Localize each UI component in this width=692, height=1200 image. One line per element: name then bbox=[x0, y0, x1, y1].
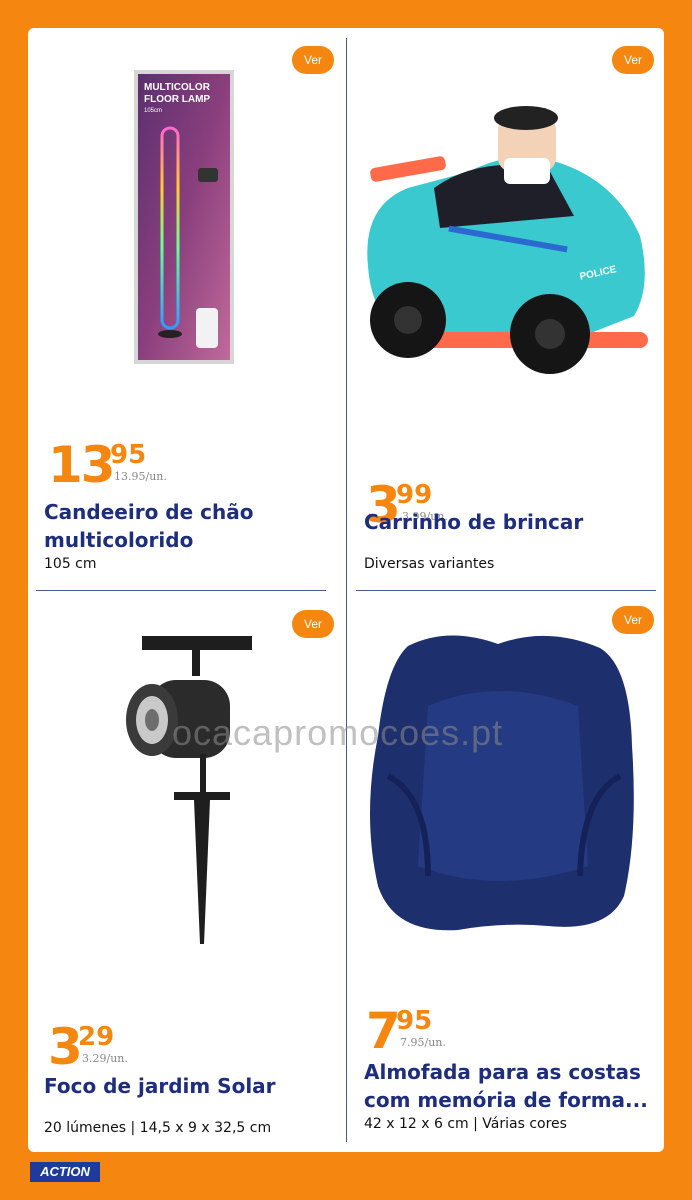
title-line-1: Almofada para as costas bbox=[364, 1060, 641, 1084]
title-line-1: Candeeiro de chão bbox=[44, 500, 254, 524]
title-line-1: Carrinho de brincar bbox=[364, 510, 584, 534]
price: 3 29 3.29/un. bbox=[48, 1022, 128, 1072]
title-line-2: multicolorido bbox=[44, 528, 194, 552]
unit-price: 7.95/un. bbox=[400, 1036, 446, 1049]
product-title: Almofada para as costas com memória de f… bbox=[364, 1058, 648, 1114]
catalog-panel: Ver MULTICOLOR FLOOR LAMP 105cm 13 95 13… bbox=[28, 28, 664, 1152]
ver-button[interactable]: Ver bbox=[292, 46, 334, 74]
product-subtitle: 105 cm bbox=[44, 556, 97, 572]
horizontal-divider-right bbox=[356, 590, 656, 591]
price-decimal: 29 bbox=[78, 1022, 115, 1052]
price-decimal: 99 bbox=[396, 480, 433, 510]
box-label-2: FLOOR LAMP bbox=[144, 94, 210, 105]
price: 13 95 13.95/un. bbox=[48, 440, 167, 490]
ver-button[interactable]: Ver bbox=[292, 610, 334, 638]
price-integer: 13 bbox=[48, 436, 116, 494]
toy-car-image: POLICE bbox=[367, 106, 648, 374]
action-logo[interactable]: ACTION bbox=[30, 1162, 100, 1182]
unit-price: 3.29/un. bbox=[82, 1052, 128, 1065]
title-line-1: Foco de jardim Solar bbox=[44, 1074, 276, 1098]
box-label-3: 105cm bbox=[144, 108, 162, 114]
solar-spot-image bbox=[126, 636, 252, 944]
back-cushion-image bbox=[370, 635, 634, 931]
box-label-1: MULTICOLOR bbox=[144, 82, 211, 93]
product-subtitle: 42 x 12 x 6 cm | Várias cores bbox=[364, 1116, 567, 1132]
horizontal-divider-left bbox=[36, 590, 326, 591]
lamp-box-image: MULTICOLOR FLOOR LAMP 105cm bbox=[134, 70, 234, 364]
price-decimal: 95 bbox=[396, 1006, 433, 1036]
price-decimal: 95 bbox=[110, 440, 147, 470]
product-title: Candeeiro de chão multicolorido bbox=[44, 498, 253, 554]
product-subtitle: 20 lúmenes | 14,5 x 9 x 32,5 cm bbox=[44, 1120, 272, 1136]
price-integer: 7 bbox=[366, 1002, 401, 1060]
ver-button[interactable]: Ver bbox=[612, 46, 654, 74]
price: 7 95 7.95/un. bbox=[366, 1006, 446, 1056]
product-title: Foco de jardim Solar bbox=[44, 1072, 276, 1100]
title-line-2: com memória de forma... bbox=[364, 1088, 648, 1112]
price-integer: 3 bbox=[48, 1018, 83, 1076]
product-subtitle: Diversas variantes bbox=[364, 556, 495, 572]
vertical-divider bbox=[346, 38, 347, 1142]
watermark: ocacapromocoes.pt bbox=[172, 712, 504, 753]
unit-price: 13.95/un. bbox=[114, 470, 167, 483]
product-title: Carrinho de brincar bbox=[364, 508, 583, 536]
